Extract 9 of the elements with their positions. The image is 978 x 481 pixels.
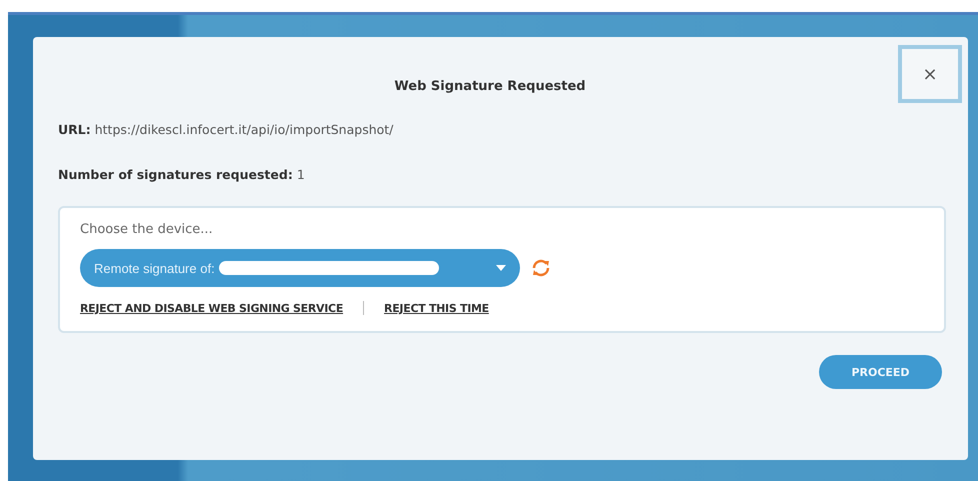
device-prompt: Choose the device...	[80, 222, 214, 237]
reject-link[interactable]: REJECT AND DISABLE WEB SIGNING SERVICE	[80, 302, 344, 314]
close-button[interactable]: ×	[898, 45, 962, 103]
reject-link[interactable]: REJECT THIS TIME	[384, 302, 489, 314]
dialog-title: Web Signature Requested	[393, 79, 587, 94]
refresh-icon[interactable]	[530, 257, 552, 279]
url-text: URL: https://dikescl.infocert.it/api/io/importSnapshot/	[58, 122, 394, 137]
signature-count-text: Number of signatures requested: 1	[58, 167, 306, 182]
caret-icon	[496, 265, 506, 271]
